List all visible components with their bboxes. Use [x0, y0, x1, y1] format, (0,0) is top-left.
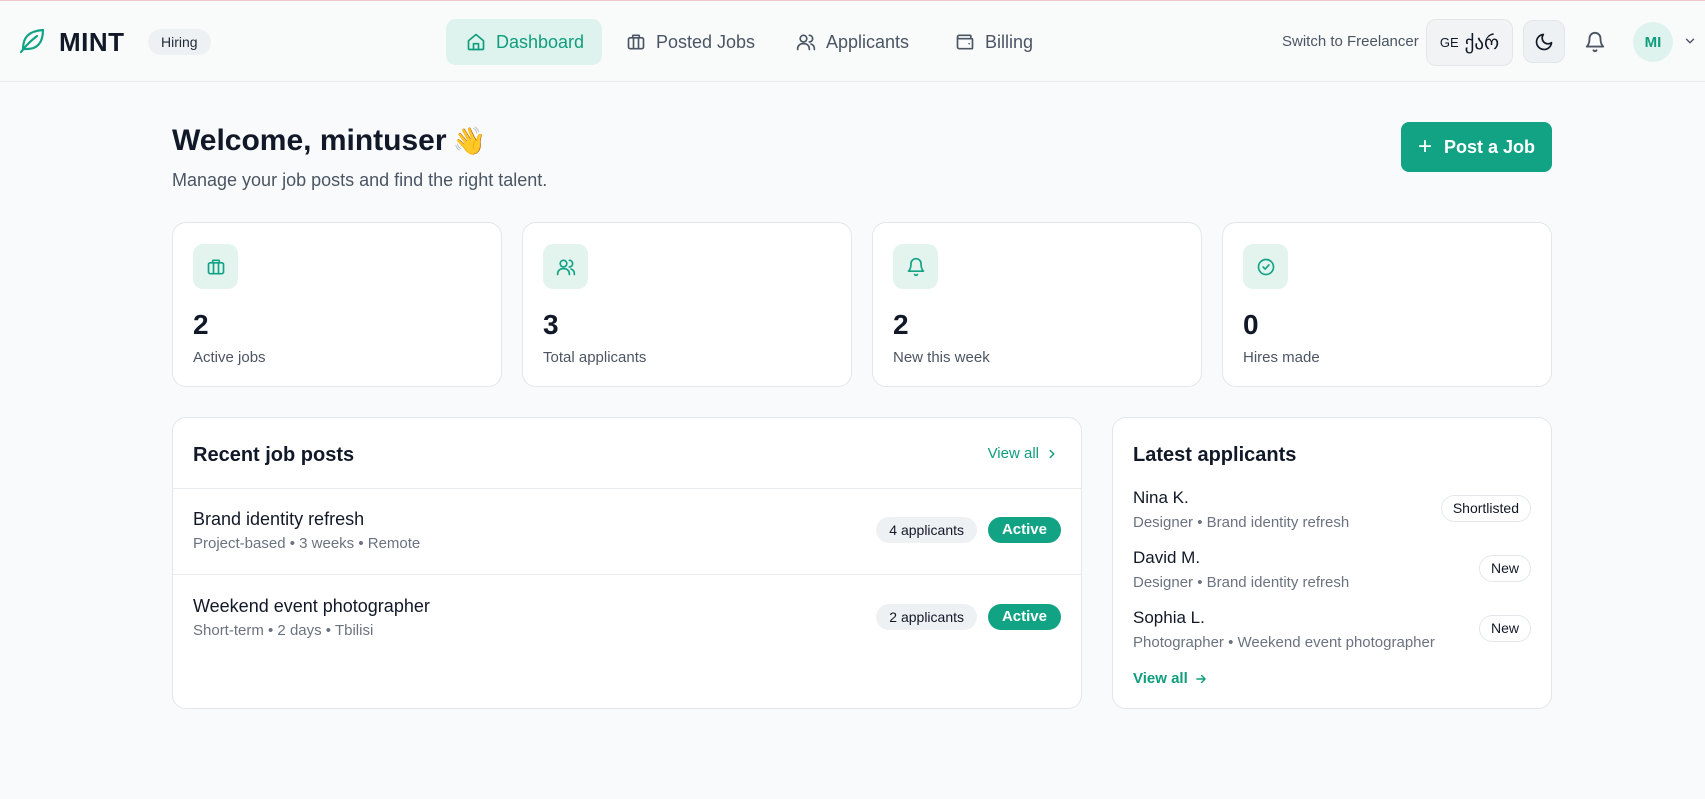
stat-value: 0: [1243, 309, 1259, 340]
stat-icon-container: [1243, 244, 1288, 289]
nav-dashboard[interactable]: Dashboard: [446, 19, 602, 65]
stat-label: New this week: [893, 349, 990, 366]
page-title: Welcome, mintuser 👋: [172, 124, 486, 158]
applicant-name[interactable]: David M.: [1133, 548, 1200, 568]
job-meta: Short-term • 2 days • Tbilisi: [193, 622, 374, 639]
welcome-text: Welcome, mintuser: [172, 124, 447, 157]
brand-name[interactable]: MINT: [59, 27, 125, 58]
stat-card-active-jobs: 2 Active jobs: [172, 222, 502, 387]
bell-icon: [907, 257, 924, 276]
view-all-jobs-link[interactable]: View all: [988, 445, 1059, 462]
stat-value: 2: [193, 309, 209, 340]
briefcase-icon: [627, 34, 645, 50]
post-a-job-button[interactable]: + Post a Job: [1401, 122, 1552, 172]
stat-icon-container: [893, 244, 938, 289]
applicant-item[interactable]: Sophia L. Photographer • Weekend event p…: [1133, 608, 1531, 658]
plus-icon: +: [1417, 133, 1432, 160]
recent-job-posts-panel: Recent job posts View all Brand identity…: [172, 417, 1082, 709]
view-all-label: View all: [1133, 670, 1188, 687]
stat-label: Active jobs: [193, 349, 266, 366]
status-badge: Active: [987, 604, 1061, 630]
job-title[interactable]: Brand identity refresh: [193, 509, 364, 530]
nav-billing-label: Billing: [985, 31, 1034, 52]
nav-posted-jobs[interactable]: Posted Jobs: [626, 19, 761, 65]
panel-title: Latest applicants: [1133, 444, 1297, 466]
switch-to-freelancer-link[interactable]: Switch to Freelancer: [1282, 33, 1419, 50]
briefcase-icon: [207, 259, 224, 274]
applicant-meta: Photographer • Weekend event photographe…: [1133, 634, 1435, 651]
moon-icon: [1535, 33, 1553, 50]
nav-applicants[interactable]: Applicants: [796, 19, 916, 65]
nav-dashboard-label: Dashboard: [496, 31, 585, 52]
stat-label: Hires made: [1243, 349, 1320, 366]
job-row[interactable]: Brand identity refresh Project-based • 3…: [173, 489, 1081, 575]
view-all-label: View all: [987, 445, 1039, 462]
job-row[interactable]: Weekend event photographer Short-term • …: [173, 576, 1081, 662]
stat-value: 3: [543, 309, 559, 340]
top-header: MINT Hiring Dashboard Posted Jobs Applic…: [0, 1, 1705, 82]
chevron-down-icon[interactable]: [1683, 34, 1697, 48]
stat-icon-container: [193, 244, 238, 289]
chevron-right-icon: [1049, 449, 1055, 458]
nav-applicants-label: Applicants: [826, 31, 910, 52]
users-icon: [796, 34, 816, 51]
applicant-item[interactable]: Nina K. Designer • Brand identity refres…: [1133, 488, 1531, 538]
applicant-status-badge: Shortlisted: [1440, 495, 1531, 522]
nav-posted-jobs-label: Posted Jobs: [656, 31, 756, 52]
job-title[interactable]: Weekend event photographer: [193, 596, 430, 617]
home-icon: [467, 33, 485, 51]
wallet-icon: [956, 34, 974, 50]
applicants-count-badge: 4 applicants: [876, 517, 977, 543]
stat-value: 2: [893, 309, 909, 340]
nav-billing[interactable]: Billing: [955, 19, 1055, 65]
users-icon: [556, 259, 575, 275]
leaf-logo-icon[interactable]: [17, 25, 47, 55]
language-switcher-button[interactable]: GE ქარ: [1426, 19, 1513, 66]
language-code: GE: [1439, 35, 1459, 50]
waving-hand-emoji: 👋: [452, 126, 487, 156]
applicant-status-badge: New: [1478, 555, 1531, 582]
applicants-count-badge: 2 applicants: [876, 604, 977, 630]
applicant-name[interactable]: Sophia L.: [1133, 608, 1205, 628]
applicant-meta: Designer • Brand identity refresh: [1133, 574, 1350, 591]
job-meta: Project-based • 3 weeks • Remote: [193, 535, 421, 552]
applicant-item[interactable]: David M. Designer • Brand identity refre…: [1133, 548, 1531, 598]
stat-card-new-this-week: 2 New this week: [872, 222, 1202, 387]
stat-card-hires-made: 0 Hires made: [1222, 222, 1552, 387]
language-native-name: ქარ: [1464, 31, 1500, 54]
notifications-bell-icon[interactable]: [1584, 31, 1606, 53]
stat-icon-container: [543, 244, 588, 289]
page-subtitle: Manage your job posts and find the right…: [172, 170, 548, 190]
role-badge: Hiring: [148, 29, 211, 55]
user-avatar[interactable]: MI: [1633, 22, 1673, 62]
applicant-meta: Designer • Brand identity refresh: [1133, 514, 1350, 531]
latest-applicants-panel: Latest applicants Nina K. Designer • Bra…: [1112, 417, 1552, 709]
post-a-job-label: Post a Job: [1443, 136, 1536, 157]
applicant-status-badge: New: [1478, 615, 1531, 642]
status-badge: Active: [987, 517, 1061, 543]
view-all-applicants-link[interactable]: View all: [1133, 670, 1208, 687]
arrow-right-icon: [1195, 674, 1206, 683]
panel-title: Recent job posts: [193, 444, 355, 466]
stat-card-total-applicants: 3 Total applicants: [522, 222, 852, 387]
applicant-name[interactable]: Nina K.: [1133, 488, 1189, 508]
theme-toggle-button[interactable]: [1523, 20, 1565, 63]
stat-label: Total applicants: [543, 349, 647, 366]
check-circle-icon: [1257, 258, 1274, 275]
